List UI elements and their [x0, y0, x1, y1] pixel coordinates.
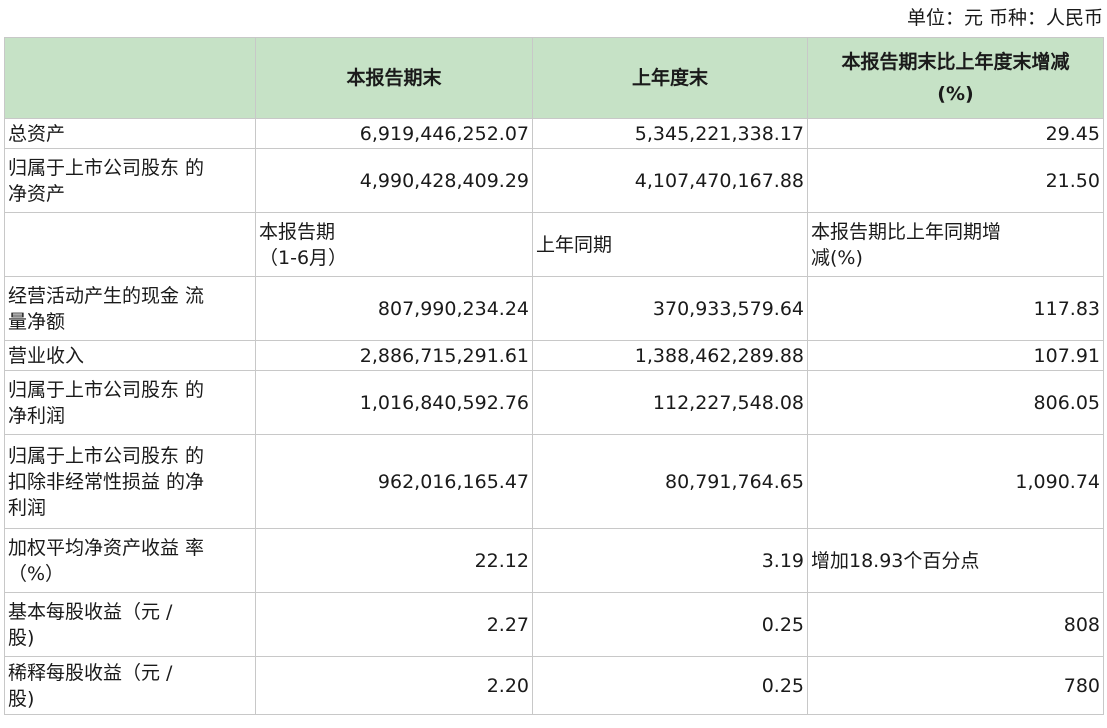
row-label-line: 归属于上市公司股东 的 — [8, 444, 205, 467]
row-label-line: 净利润 — [8, 404, 66, 427]
row-label-line: 股) — [8, 687, 35, 710]
cell-prior-year-end: 5,345,221,338.17 — [532, 118, 808, 149]
header-item-column — [4, 37, 256, 119]
subheader-item-column — [4, 212, 256, 277]
row-label: 稀释每股收益（元 / 股) — [4, 656, 256, 715]
subheader-current-period-line1: 本报告期 — [259, 220, 336, 243]
cell-prior-period: 3.19 — [532, 528, 808, 593]
table-row: 经营活动产生的现金 流 量净额 807,990,234.24 370,933,5… — [4, 276, 1104, 341]
row-label-line: 总资产 — [8, 122, 66, 145]
subheader-prior-period: 上年同期 — [532, 212, 808, 277]
table-body: 总资产 6,919,446,252.07 5,345,221,338.17 29… — [4, 118, 1104, 715]
cell-period-end: 6,919,446,252.07 — [255, 118, 533, 149]
cell-prior-period: 112,227,548.08 — [532, 370, 808, 435]
header-change-percent: 本报告期末比上年度末增减 (%) — [807, 37, 1104, 119]
row-label: 归属于上市公司股东 的 净资产 — [4, 148, 256, 213]
subheader-change-line2: 减(%) — [811, 246, 863, 269]
cell-change: 1,090.74 — [807, 434, 1104, 529]
row-label-line: 稀释每股收益（元 / — [8, 661, 173, 684]
cell-prior-period: 80,791,764.65 — [532, 434, 808, 529]
row-label-line: 基本每股收益（元 / — [8, 600, 173, 623]
table-header: 本报告期末 上年度末 本报告期末比上年度末增减 (%) — [4, 37, 1104, 119]
cell-prior-period: 370,933,579.64 — [532, 276, 808, 341]
row-label-line: 净资产 — [8, 182, 66, 205]
financial-table: 本报告期末 上年度末 本报告期末比上年度末增减 (%) 总资产 6,919,44… — [4, 37, 1104, 715]
cell-current-period: 2,886,715,291.61 — [255, 340, 533, 371]
subheader-change-percent: 本报告期比上年同期增 减(%) — [807, 212, 1104, 277]
row-label: 归属于上市公司股东 的 扣除非经常性损益 的净 利润 — [4, 434, 256, 529]
cell-change: 806.05 — [807, 370, 1104, 435]
row-label: 总资产 — [4, 118, 256, 149]
row-label: 归属于上市公司股东 的 净利润 — [4, 370, 256, 435]
cell-current-period: 962,016,165.47 — [255, 434, 533, 529]
cell-current-period: 2.27 — [255, 592, 533, 657]
row-label: 基本每股收益（元 / 股) — [4, 592, 256, 657]
cell-change: 107.91 — [807, 340, 1104, 371]
cell-change: 增加18.93个百分点 — [807, 528, 1104, 593]
row-label-line: （%） — [8, 562, 65, 585]
subheader-row: 本报告期 （1-6月） 上年同期 本报告期比上年同期增 减(%) — [4, 212, 1104, 277]
subheader-change-line1: 本报告期比上年同期增 — [811, 220, 1002, 243]
cell-prior-period: 0.25 — [532, 656, 808, 715]
cell-period-end: 4,990,428,409.29 — [255, 148, 533, 213]
header-row: 本报告期末 上年度末 本报告期末比上年度末增减 (%) — [4, 37, 1104, 119]
cell-prior-period: 0.25 — [532, 592, 808, 657]
cell-change: 780 — [807, 656, 1104, 715]
cell-current-period: 1,016,840,592.76 — [255, 370, 533, 435]
row-label-line: 营业收入 — [8, 344, 85, 367]
document-page: 单位：元 币种：人民币 本报告期末 上年度末 本报告期末比上年度末增减 (%) … — [0, 0, 1107, 728]
cell-change: 29.45 — [807, 118, 1104, 149]
cell-current-period: 22.12 — [255, 528, 533, 593]
row-label-line: 经营活动产生的现金 流 — [8, 284, 205, 307]
cell-change: 808 — [807, 592, 1104, 657]
row-label: 经营活动产生的现金 流 量净额 — [4, 276, 256, 341]
table-row: 加权平均净资产收益 率 （%） 22.12 3.19 增加18.93个百分点 — [4, 528, 1104, 593]
row-label-line: 归属于上市公司股东 的 — [8, 378, 205, 401]
subheader-current-period: 本报告期 （1-6月） — [255, 212, 533, 277]
cell-change: 21.50 — [807, 148, 1104, 213]
header-period-end: 本报告期末 — [255, 37, 533, 119]
cell-current-period: 807,990,234.24 — [255, 276, 533, 341]
cell-current-period: 2.20 — [255, 656, 533, 715]
table-row: 总资产 6,919,446,252.07 5,345,221,338.17 29… — [4, 118, 1104, 149]
row-label-line: 量净额 — [8, 310, 66, 333]
header-prior-year-end: 上年度末 — [532, 37, 808, 119]
row-label-line: 归属于上市公司股东 的 — [8, 156, 205, 179]
row-label-line: 股) — [8, 626, 35, 649]
cell-prior-period: 1,388,462,289.88 — [532, 340, 808, 371]
row-label-line: 扣除非经常性损益 的净 — [8, 470, 205, 493]
header-change-line1: 本报告期末比上年度末增减 — [841, 51, 1070, 73]
table-row: 归属于上市公司股东 的 净资产 4,990,428,409.29 4,107,4… — [4, 148, 1104, 213]
table-row: 稀释每股收益（元 / 股) 2.20 0.25 780 — [4, 656, 1104, 715]
cell-prior-year-end: 4,107,470,167.88 — [532, 148, 808, 213]
table-row: 归属于上市公司股东 的 净利润 1,016,840,592.76 112,227… — [4, 370, 1104, 435]
row-label: 加权平均净资产收益 率 （%） — [4, 528, 256, 593]
row-label-line: 利润 — [8, 496, 47, 519]
row-label-line: 加权平均净资产收益 率 — [8, 536, 205, 559]
subheader-current-period-line2: （1-6月） — [259, 246, 348, 269]
table-row: 归属于上市公司股东 的 扣除非经常性损益 的净 利润 962,016,165.4… — [4, 434, 1104, 529]
table-row: 基本每股收益（元 / 股) 2.27 0.25 808 — [4, 592, 1104, 657]
row-label: 营业收入 — [4, 340, 256, 371]
cell-change: 117.83 — [807, 276, 1104, 341]
header-change-line2: (%) — [937, 83, 974, 105]
table-row: 营业收入 2,886,715,291.61 1,388,462,289.88 1… — [4, 340, 1104, 371]
unit-note: 单位：元 币种：人民币 — [906, 7, 1103, 29]
